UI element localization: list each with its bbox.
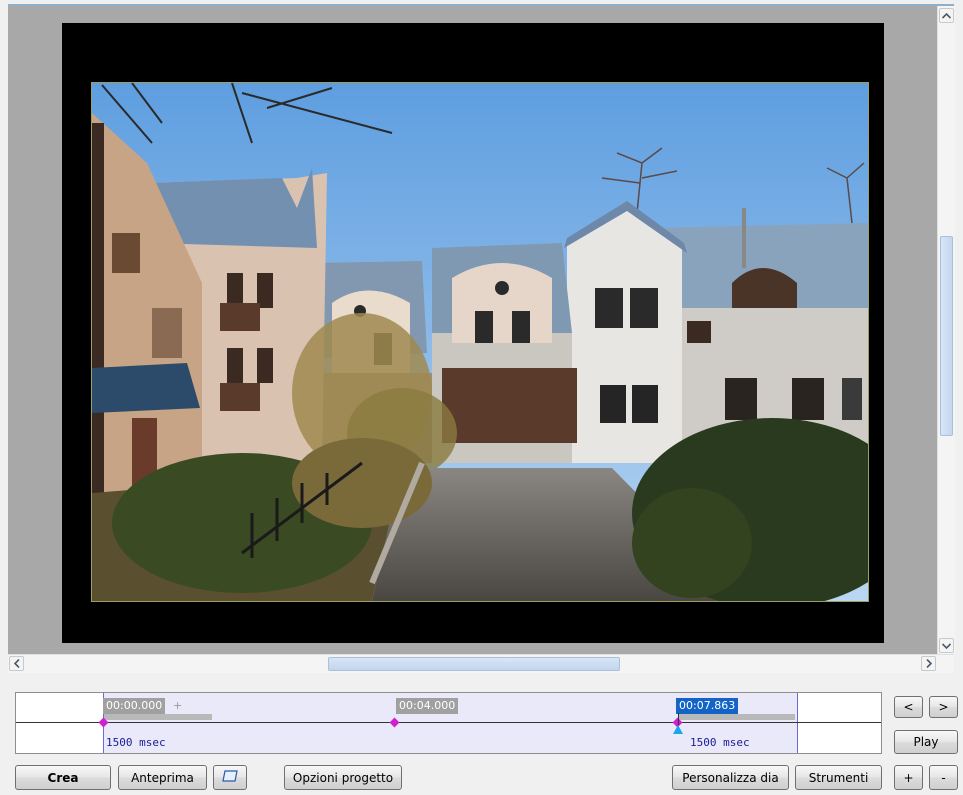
vertical-scroll-thumb[interactable] [940, 236, 953, 436]
photo-building-courtyard [92, 83, 868, 601]
transition-bar-end [678, 714, 795, 720]
slide-canvas [62, 23, 884, 643]
vertical-scrollbar[interactable] [937, 6, 955, 654]
chevron-down-icon[interactable] [939, 638, 954, 653]
previous-button[interactable]: < [894, 696, 923, 718]
playhead-line [678, 713, 679, 725]
play-button[interactable]: Play [894, 730, 958, 754]
zoom-in-button[interactable]: + [894, 765, 923, 790]
zoom-out-button[interactable]: - [929, 765, 958, 790]
horizontal-scrollbar[interactable] [8, 654, 954, 673]
playhead-marker[interactable] [673, 725, 683, 734]
chevron-up-icon[interactable] [939, 8, 954, 23]
slide-preview-area [8, 4, 954, 656]
create-button[interactable]: Crea [15, 765, 111, 790]
preview-button[interactable]: Anteprima [118, 765, 207, 790]
screen-icon [222, 770, 238, 785]
next-button[interactable]: > [929, 696, 958, 718]
start-time-label: 00:00.000 [103, 698, 166, 714]
timeline-axis [16, 722, 881, 723]
timeline[interactable]: 00:00.000 + 00:04.000 00:07.863 1500 mse… [15, 692, 882, 754]
duration-end-label: 1500 msec [690, 736, 750, 749]
chevron-left-icon[interactable] [9, 656, 24, 671]
transition-bar-start [104, 714, 212, 720]
customize-slide-button[interactable]: Personalizza dia [672, 765, 789, 790]
plus-mark: + [173, 699, 183, 712]
fullscreen-preview-button[interactable] [213, 765, 247, 790]
slide-photo[interactable] [91, 82, 869, 602]
horizontal-scroll-thumb[interactable] [328, 657, 620, 671]
project-options-button[interactable]: Opzioni progetto [284, 765, 402, 790]
chevron-right-icon[interactable] [921, 656, 936, 671]
duration-start-label: 1500 msec [106, 736, 166, 749]
tools-button[interactable]: Strumenti [795, 765, 882, 790]
mid-time-label: 00:04.000 [396, 698, 459, 714]
current-time-label: 00:07.863 [676, 698, 739, 714]
